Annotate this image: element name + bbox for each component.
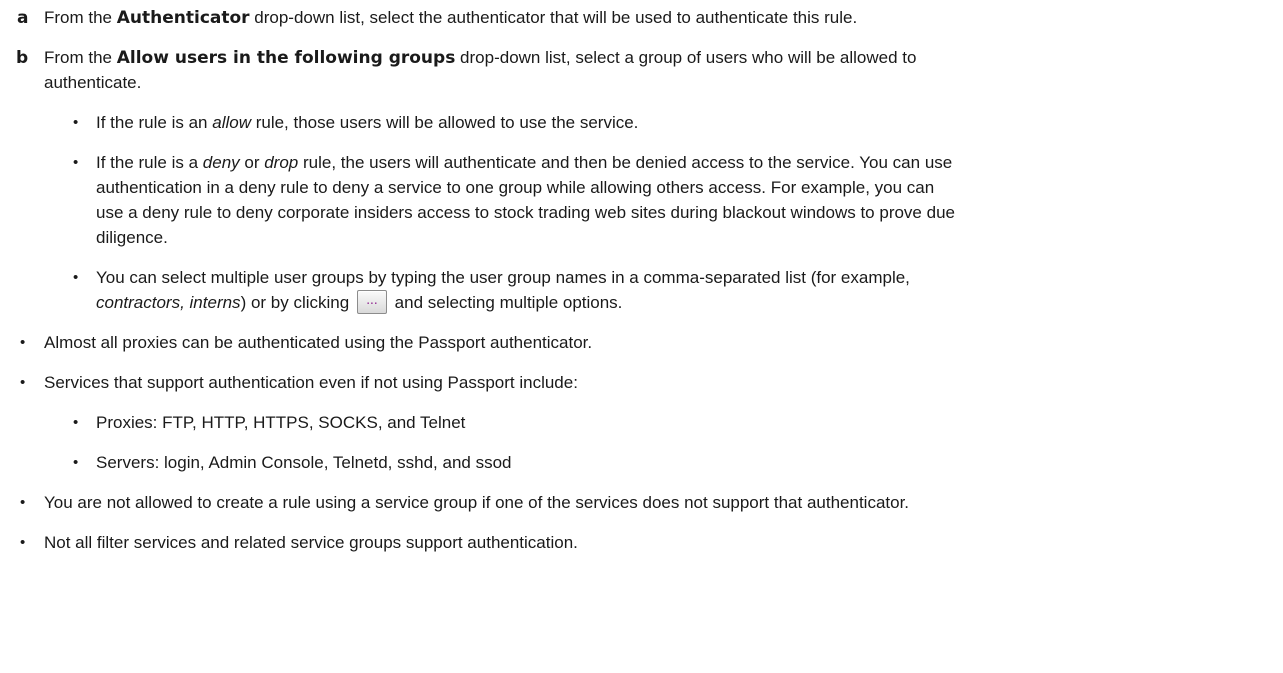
bullet-marker: • bbox=[73, 114, 79, 131]
note-proxies-list: Proxies: FTP, HTTP, HTTPS, SOCKS, and Te… bbox=[96, 413, 466, 432]
deny-rule-bullet: If the rule is a deny or drop rule, the … bbox=[96, 153, 953, 172]
deny-rule-bullet-cont: use a deny rule to deny corporate inside… bbox=[96, 203, 955, 222]
multiple-groups-bullet: You can select multiple user groups by t… bbox=[96, 268, 910, 287]
allow-rule-bullet: If the rule is an allow rule, those user… bbox=[96, 113, 639, 132]
bullet-marker: • bbox=[20, 494, 26, 511]
step-b-letter: b bbox=[16, 48, 29, 68]
bullet-marker: • bbox=[73, 154, 79, 171]
note-filter-services: Not all filter services and related serv… bbox=[44, 533, 578, 552]
step-b-text: From the Allow users in the following gr… bbox=[44, 48, 917, 68]
deny-rule-bullet-cont: diligence. bbox=[96, 228, 168, 247]
bullet-marker: • bbox=[20, 374, 26, 391]
step-b-text-cont: authenticate. bbox=[44, 73, 142, 92]
bullet-marker: • bbox=[20, 334, 26, 351]
browse-groups-button[interactable]: ... bbox=[356, 289, 387, 314]
step-a-text: From the Authenticator drop-down list, s… bbox=[44, 8, 858, 28]
note-service-group-restriction: You are not allowed to create a rule usi… bbox=[44, 493, 910, 512]
step-a-letter: a bbox=[17, 8, 29, 28]
bullet-marker: • bbox=[20, 534, 26, 551]
bullet-marker: • bbox=[73, 269, 79, 286]
multiple-groups-bullet-cont: contractors, interns) or by clicking ...… bbox=[96, 289, 622, 314]
deny-rule-bullet-cont: authentication in a deny rule to deny a … bbox=[96, 178, 935, 197]
authenticator-term: Authenticator bbox=[116, 8, 250, 28]
bullet-marker: • bbox=[73, 454, 79, 471]
note-passport-proxies: Almost all proxies can be authenticated … bbox=[44, 333, 593, 352]
note-services-support: Services that support authentication eve… bbox=[44, 373, 578, 392]
bullet-marker: • bbox=[73, 414, 79, 431]
note-servers-list: Servers: login, Admin Console, Telnetd, … bbox=[96, 453, 512, 472]
allow-users-term: Allow users in the following groups bbox=[116, 48, 456, 68]
